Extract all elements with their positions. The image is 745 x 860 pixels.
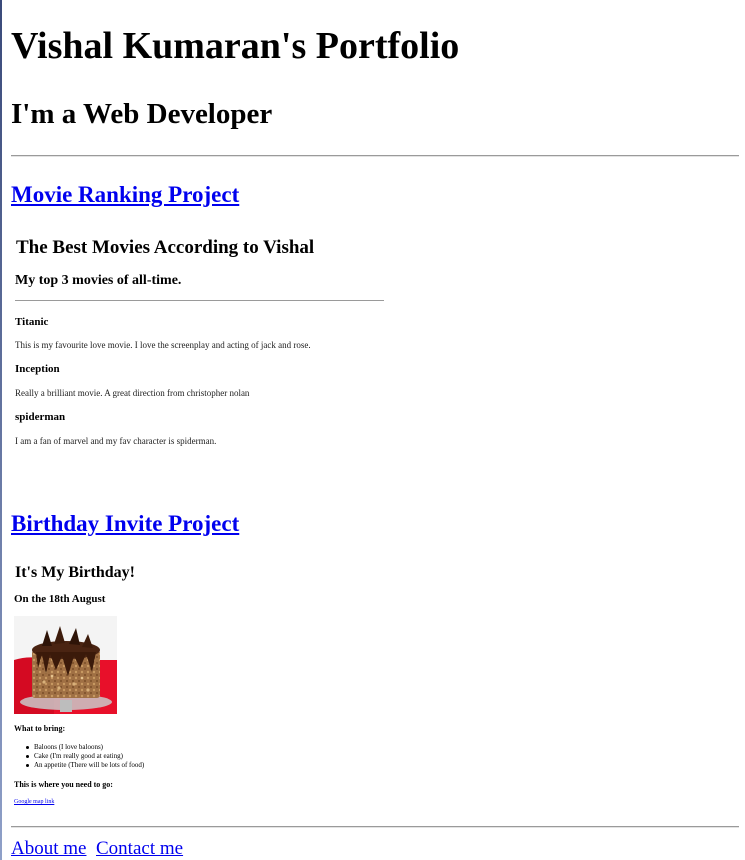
where-heading: This is where you need to go:	[14, 780, 113, 789]
bring-heading: What to bring:	[14, 724, 66, 733]
movie-description: I am a fan of marvel and my fav characte…	[15, 436, 217, 446]
list-item: Baloons (I love baloons)	[25, 743, 144, 752]
movie-divider	[15, 300, 384, 301]
cake-image	[14, 616, 117, 714]
birthday-project-link[interactable]: Birthday Invite Project	[11, 510, 239, 538]
movie-description: This is my favourite love movie. I love …	[15, 340, 311, 350]
movie-name: Inception	[15, 363, 60, 375]
divider-top	[11, 155, 739, 157]
contact-me-link[interactable]: Contact me	[96, 838, 183, 860]
about-me-link[interactable]: About me	[11, 838, 86, 860]
divider-bottom	[11, 826, 739, 828]
movie-name: spiderman	[15, 411, 66, 423]
birthday-date: On the 18th August	[14, 593, 106, 605]
page-subtitle: I'm a Web Developer	[11, 98, 273, 130]
page-title: Vishal Kumaran's Portfolio	[11, 25, 460, 67]
movie-description: Really a brilliant movie. A great direct…	[15, 388, 250, 398]
list-item: An appetite (There will be lots of food)	[25, 761, 145, 769]
bring-list: Baloons (I love baloons) Cake (I'm reall…	[25, 743, 145, 770]
movie-name: Titanic	[15, 316, 49, 328]
google-map-link[interactable]: Google map link	[14, 799, 54, 805]
birthday-page-title: It's My Birthday!	[15, 564, 135, 581]
list-item: Cake (I'm really good at eating)	[25, 752, 144, 761]
window-left-edge	[0, 0, 2, 860]
movie-project-link[interactable]: Movie Ranking Project	[11, 181, 239, 209]
movie-page-title: The Best Movies According to Vishal	[16, 237, 315, 258]
movie-page-subtitle: My top 3 movies of all-time.	[15, 273, 182, 288]
